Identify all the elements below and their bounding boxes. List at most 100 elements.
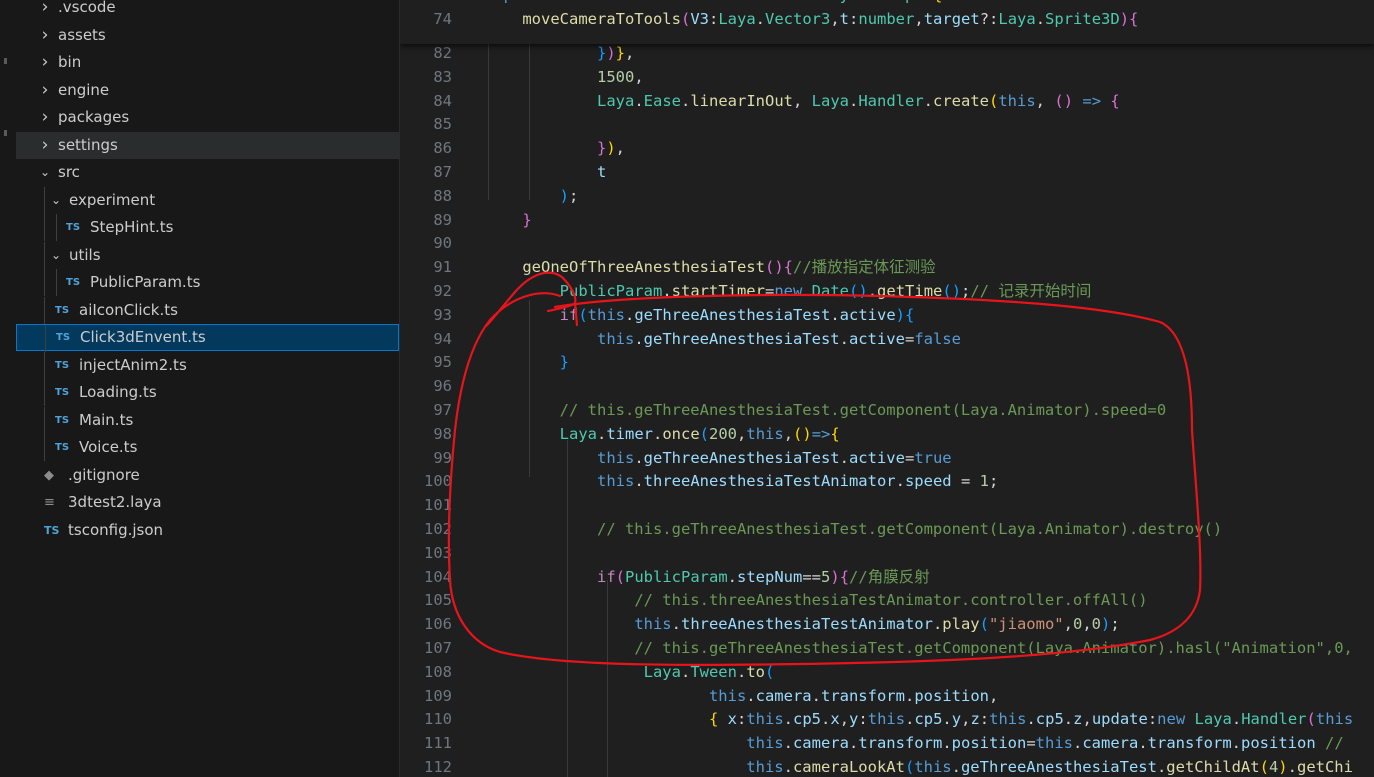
code-token: ) xyxy=(951,282,962,300)
code-token: number xyxy=(858,9,915,28)
explorer-item-settings[interactable]: › settings xyxy=(16,131,399,159)
code-token: ) xyxy=(858,282,868,300)
code-token: . xyxy=(858,0,867,4)
chevron-right-icon[interactable]: › xyxy=(38,49,52,76)
chevron-right-icon[interactable]: › xyxy=(38,22,52,49)
sticky-scroll-header[interactable]: 7export class Click3dEnvent extends Laya… xyxy=(400,0,1374,44)
code-token: 1500 xyxy=(596,67,635,86)
code-editor[interactable]: 7export class Click3dEnvent extends Laya… xyxy=(400,0,1374,777)
explorer-item-vscode[interactable]: › .vscode xyxy=(16,0,399,21)
code-line[interactable]: 91 geOneOfThreeAnesthesiaTest(){//播放指定体征… xyxy=(400,255,1374,279)
explorer-item-assets[interactable]: › assets xyxy=(16,22,399,49)
code-line[interactable]: 92 PublicParam.startTimer=new Date().get… xyxy=(400,279,1374,303)
code-line[interactable]: 93 if(this.geThreeAnesthesiaTest.active)… xyxy=(400,303,1374,327)
code-token: } xyxy=(615,44,626,62)
code-token: , xyxy=(783,424,794,443)
code-token: 200 xyxy=(709,424,738,443)
code-line[interactable]: 104 if(PublicParam.stepNum==5){//角膜反射 xyxy=(400,565,1374,589)
explorer-item-utils[interactable]: ⌄ utils xyxy=(16,241,399,269)
explorer-item-engine[interactable]: › engine xyxy=(16,77,399,104)
code-token: ) xyxy=(1063,91,1074,110)
code-line[interactable]: 96 xyxy=(400,374,1374,398)
chevron-down-icon[interactable]: ⌄ xyxy=(49,187,63,214)
explorer-item-gitignore[interactable]: ◆ .gitignore xyxy=(16,462,399,489)
code-line[interactable]: 74 moveCameraToTools(V3:Laya.Vector3,t:n… xyxy=(400,7,1374,31)
chevron-right-icon[interactable]: › xyxy=(38,132,52,159)
explorer-item-publicparam-ts[interactable]: TS PublicParam.ts xyxy=(16,269,399,296)
explorer-item-packages[interactable]: › packages xyxy=(16,104,399,131)
code-line[interactable]: 82 })}, xyxy=(400,41,1374,65)
code-line[interactable]: 108 Laya.Tween.to( xyxy=(400,660,1374,684)
explorer-item-experiment[interactable]: ⌄ experiment xyxy=(16,186,399,214)
code-line[interactable]: 86 }), xyxy=(400,136,1374,160)
code-line[interactable]: 90 xyxy=(400,231,1374,255)
explorer-item-voice-ts[interactable]: TS Voice.ts xyxy=(16,434,399,461)
code-line[interactable]: 89 } xyxy=(400,208,1374,232)
code-line[interactable]: 85 xyxy=(400,112,1374,136)
code-token: Date xyxy=(811,282,849,300)
line-number: 88 xyxy=(433,186,452,205)
code-token: this xyxy=(746,710,784,729)
code-token: Handler xyxy=(1241,710,1307,729)
chevron-down-icon[interactable]: ⌄ xyxy=(49,242,63,269)
code-token: ( xyxy=(793,424,803,443)
code-line[interactable]: 99 this.geThreeAnesthesiaTest.active=tru… xyxy=(400,446,1374,470)
explorer-item-aiiconclick-ts[interactable]: TS aiIconClick.ts xyxy=(16,296,399,324)
code-token: . xyxy=(634,91,644,110)
explorer-item-main-ts[interactable]: TS Main.ts xyxy=(16,406,399,434)
line-number: 100 xyxy=(424,472,452,491)
explorer-item-injectanim2-ts[interactable]: TS injectAnim2.ts xyxy=(16,351,399,379)
code-token: new xyxy=(1157,710,1186,729)
explorer-item-bin[interactable]: › bin xyxy=(16,49,399,76)
chevron-right-icon[interactable]: › xyxy=(38,77,52,104)
code-line[interactable]: 110 { x:this.cp5.x,y:this.cp5.y,z:this.c… xyxy=(400,707,1374,731)
code-token: , xyxy=(1082,710,1092,729)
explorer-item-3dtest2-laya[interactable]: ≡ 3dtest2.laya xyxy=(16,489,399,516)
code-token: => xyxy=(811,424,831,443)
code-token: threeAnesthesiaTestAnimator xyxy=(643,472,896,491)
explorer-item-tsconfig-json[interactable]: TS tsconfig.json xyxy=(16,517,399,544)
code-line[interactable]: 87 t xyxy=(400,160,1374,184)
code-line[interactable]: 94 this.geThreeAnesthesiaTest.active=fal… xyxy=(400,327,1374,351)
code-line[interactable]: 84 Laya.Ease.linearInOut, Laya.Handler.c… xyxy=(400,89,1374,113)
code-line[interactable]: 109 this.camera.transform.position, xyxy=(400,684,1374,708)
code-line[interactable]: 88 ); xyxy=(400,184,1374,208)
code-line[interactable]: 101 xyxy=(400,493,1374,517)
code-token: Click3dEnvent xyxy=(616,0,737,4)
code-line[interactable]: 112 this.cameraLookAt(this.geThreeAnesth… xyxy=(400,755,1374,777)
explorer-item-src[interactable]: ⌄ src xyxy=(16,159,399,186)
explorer-item-label: Voice.ts xyxy=(79,438,138,456)
code-token: . xyxy=(942,734,952,753)
chevron-right-icon[interactable]: › xyxy=(38,104,52,131)
line-number: 102 xyxy=(424,520,452,538)
code-token: this xyxy=(596,472,635,491)
code-line[interactable]: 100 this.threeAnesthesiaTestAnimator.spe… xyxy=(400,469,1374,493)
explorer-item-click3denvent-ts[interactable]: TS Click3dEnvent.ts xyxy=(16,324,399,352)
code-line[interactable]: 107 // this.geThreeAnesthesiaTest.getCom… xyxy=(400,636,1374,660)
code-line[interactable]: 106 this.threeAnesthesiaTestAnimator.pla… xyxy=(400,612,1374,636)
chevron-right-icon[interactable]: › xyxy=(38,0,52,21)
code-line[interactable]: 111 this.camera.transform.position=this.… xyxy=(400,731,1374,755)
indent-guide xyxy=(56,269,57,296)
code-token: Handler xyxy=(858,91,924,110)
code-line[interactable]: 97 // this.geThreeAnesthesiaTest.getComp… xyxy=(400,398,1374,422)
code-line[interactable]: 102 // this.geThreeAnesthesiaTest.getCom… xyxy=(400,517,1374,541)
code-line[interactable]: 83 1500, xyxy=(400,65,1374,89)
code-line[interactable]: 98 Laya.timer.once(200,this,()=>{ xyxy=(400,422,1374,446)
explorer-item-loading-ts[interactable]: TS Loading.ts xyxy=(16,379,399,406)
code-token: y xyxy=(849,710,859,729)
explorer-item-stephint-ts[interactable]: TS StepHint.ts xyxy=(16,214,399,241)
chevron-down-icon[interactable]: ⌄ xyxy=(38,159,52,186)
code-token: ( xyxy=(615,567,625,586)
code-line[interactable]: 95 } xyxy=(400,350,1374,374)
code-line[interactable]: 103 xyxy=(400,541,1374,565)
line-number: 103 xyxy=(424,543,452,562)
code-line[interactable]: 105 // this.threeAnesthesiaTestAnimator.… xyxy=(400,588,1374,612)
